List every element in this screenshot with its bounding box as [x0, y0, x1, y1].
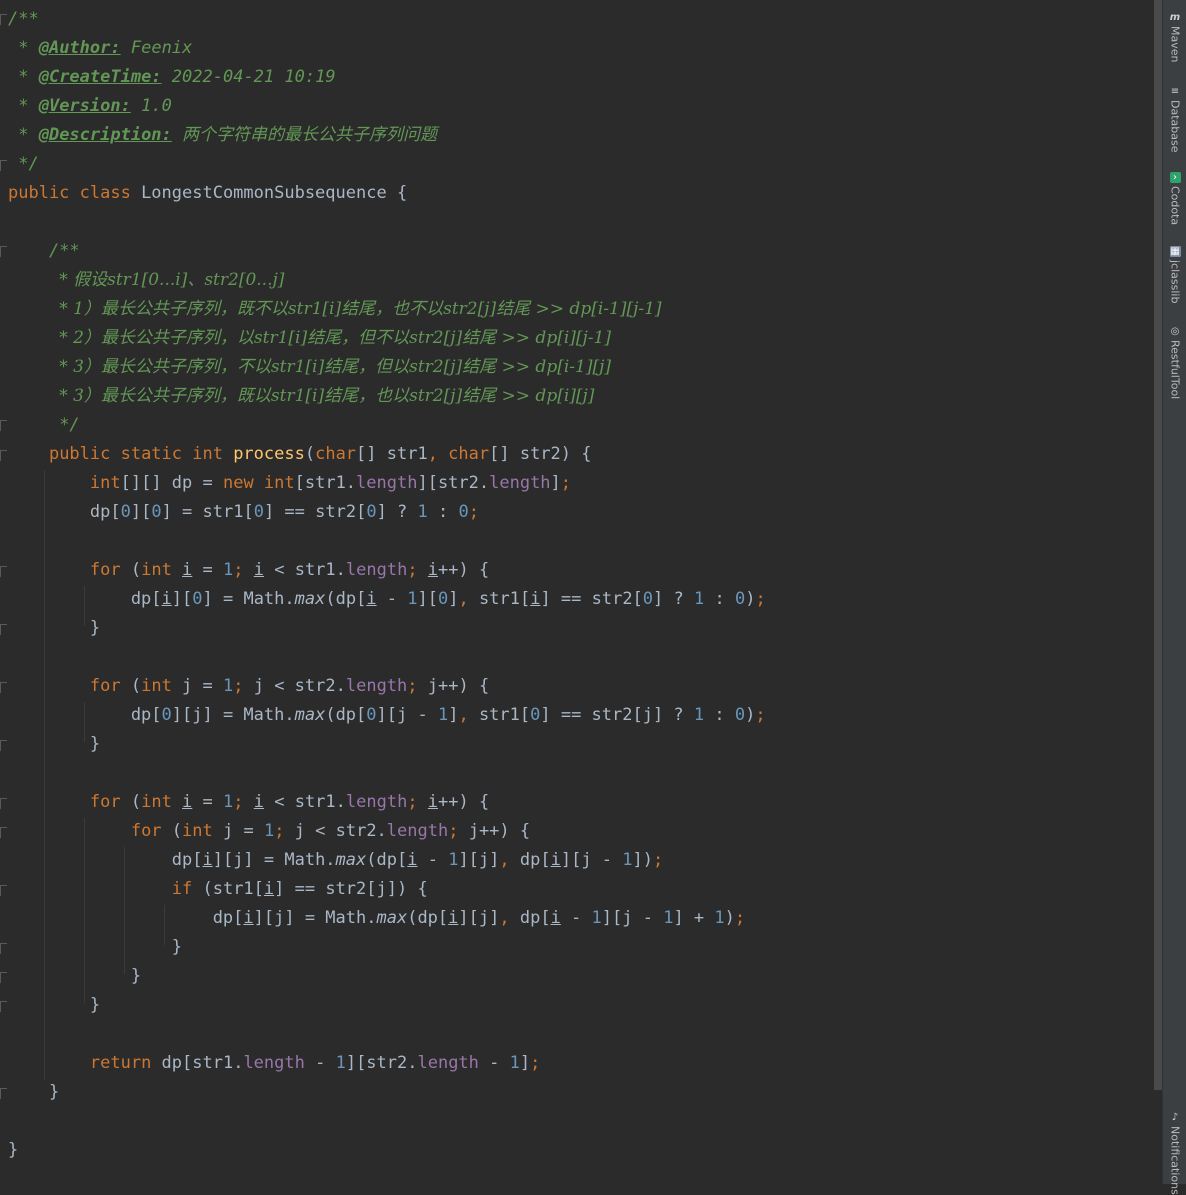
fold-marker[interactable] [0, 798, 7, 809]
code-line[interactable]: } [8, 962, 141, 991]
code-line[interactable]: /** [8, 5, 39, 34]
code-line[interactable]: */ [8, 150, 39, 179]
tool-window-notifications[interactable]: ♪ Notifications [1163, 1112, 1186, 1195]
createtime-value: 2022-04-21 10:19 [171, 67, 336, 87]
code-line[interactable]: dp[i][j] = Math.max(dp[i - 1][j], dp[i][… [8, 846, 664, 875]
code-line[interactable]: dp[0][j] = Math.max(dp[0][j - 1], str1[0… [8, 701, 766, 730]
tool-window-database[interactable]: ≡ Database [1163, 86, 1186, 153]
tool-window-restfultool[interactable]: ◎ RestfulTool [1163, 326, 1186, 399]
code-line[interactable]: dp[0][0] = str1[0] == str2[0] ? 1 : 0; [8, 498, 479, 527]
code-line[interactable]: } [8, 1136, 18, 1165]
method-doc-line: * 假设str1[0...i]、str2[0...j] [59, 270, 285, 290]
code-line[interactable]: } [8, 991, 100, 1020]
fold-marker[interactable] [0, 1001, 7, 1012]
vertical-scrollbar[interactable] [1154, 0, 1162, 1090]
code-line[interactable]: * 3）最长公共子序列，既以str1[i]结尾，也以str2[j]结尾 >> d… [8, 382, 594, 411]
method-doc-line: * 3）最长公共子序列，不以str1[i]结尾，但以str2[j]结尾 >> d… [59, 357, 611, 377]
fold-marker[interactable] [0, 160, 7, 171]
code-line[interactable]: dp[i][j] = Math.max(dp[i][j], dp[i - 1][… [8, 904, 745, 933]
code-line[interactable]: /** [8, 237, 80, 266]
method-doc-line: * 1）最长公共子序列，既不以str1[i]结尾，也不以str2[j]结尾 >>… [59, 299, 662, 319]
class-name: LongestCommonSubsequence [141, 183, 387, 203]
doc-comment: /** [8, 9, 39, 29]
code-line[interactable]: } [8, 730, 100, 759]
method-name: process [233, 444, 305, 464]
fold-marker[interactable] [0, 14, 7, 25]
database-icon: ≡ [1170, 86, 1180, 97]
tool-window-strip: m Maven ≡ Database › Codota ▦ jclasslib … [1162, 0, 1186, 1195]
code-line[interactable]: } [8, 933, 182, 962]
fold-marker[interactable] [0, 682, 7, 693]
fold-marker[interactable] [0, 450, 7, 461]
code-line[interactable]: * @Version: 1.0 [8, 92, 172, 121]
fold-marker[interactable] [0, 624, 7, 635]
jclasslib-icon: ▦ [1169, 246, 1181, 257]
code-line[interactable]: for (int i = 1; i < str1.length; i++) { [8, 788, 489, 817]
doc-comment-close: */ [18, 154, 39, 174]
fold-marker[interactable] [0, 885, 7, 896]
author-tag: @Author: [38, 38, 121, 58]
code-line[interactable]: for (int j = 1; j < str2.length; j++) { [8, 672, 489, 701]
maven-icon: m [1169, 12, 1181, 23]
version-value: 1.0 [141, 96, 172, 116]
version-tag: @Version: [38, 96, 131, 116]
fold-marker[interactable] [0, 566, 7, 577]
code-line[interactable]: * 3）最长公共子序列，不以str1[i]结尾，但以str2[j]结尾 >> d… [8, 353, 611, 382]
author-value: Feenix [130, 38, 193, 58]
restful-icon: ◎ [1170, 326, 1180, 337]
fold-marker[interactable] [0, 943, 7, 954]
code-line[interactable]: if (str1[i] == str2[j]) { [8, 875, 428, 904]
code-line[interactable]: */ [8, 411, 79, 440]
code-line[interactable]: } [8, 1078, 59, 1107]
tool-window-jclasslib[interactable]: ▦ jclasslib [1163, 246, 1186, 303]
code-line[interactable]: dp[i][0] = Math.max(dp[i - 1][0], str1[i… [8, 585, 766, 614]
code-line[interactable]: int[][] dp = new int[str1.length][str2.l… [8, 469, 571, 498]
description-value: 两个字符串的最长公共子序列问题 [182, 125, 438, 145]
code-line[interactable]: public static int process(char[] str1, c… [8, 440, 592, 469]
code-editor[interactable]: /** * @Author: Feenix * @CreateTime: 202… [0, 0, 1154, 1184]
fold-marker[interactable] [0, 420, 7, 431]
method-doc-line: * 2）最长公共子序列，以str1[i]结尾，但不以str2[j]结尾 >> d… [59, 328, 611, 348]
code-line[interactable]: } [8, 614, 100, 643]
codota-icon: › [1169, 172, 1181, 183]
code-line[interactable]: * 假设str1[0...i]、str2[0...j] [8, 266, 284, 295]
code-line[interactable]: * @Author: Feenix [8, 34, 192, 63]
bell-icon: ♪ [1171, 1112, 1179, 1123]
fold-marker[interactable] [0, 740, 7, 751]
code-line[interactable]: for (int i = 1; i < str1.length; i++) { [8, 556, 489, 585]
fold-marker[interactable] [0, 246, 7, 257]
description-tag: @Description: [38, 125, 172, 145]
code-line[interactable]: * 2）最长公共子序列，以str1[i]结尾，但不以str2[j]结尾 >> d… [8, 324, 611, 353]
code-line[interactable]: public class LongestCommonSubsequence { [8, 179, 407, 208]
tool-window-codota[interactable]: › Codota [1163, 172, 1186, 225]
fold-marker[interactable] [0, 827, 7, 838]
code-line[interactable]: * 1）最长公共子序列，既不以str1[i]结尾，也不以str2[j]结尾 >>… [8, 295, 662, 324]
method-doc-line: * 3）最长公共子序列，既以str1[i]结尾，也以str2[j]结尾 >> d… [59, 386, 595, 406]
scrollbar-track[interactable] [1154, 1090, 1162, 1184]
code-line[interactable]: * @CreateTime: 2022-04-21 10:19 [8, 63, 336, 92]
code-line[interactable]: * @Description: 两个字符串的最长公共子序列问题 [8, 121, 437, 150]
code-line[interactable]: for (int j = 1; j < str2.length; j++) { [8, 817, 530, 846]
code-line[interactable]: return dp[str1.length - 1][str2.length -… [8, 1049, 540, 1078]
createtime-tag: @CreateTime: [38, 67, 162, 87]
tool-window-maven[interactable]: m Maven [1163, 12, 1186, 62]
fold-marker[interactable] [0, 972, 7, 983]
fold-marker[interactable] [0, 1088, 7, 1099]
